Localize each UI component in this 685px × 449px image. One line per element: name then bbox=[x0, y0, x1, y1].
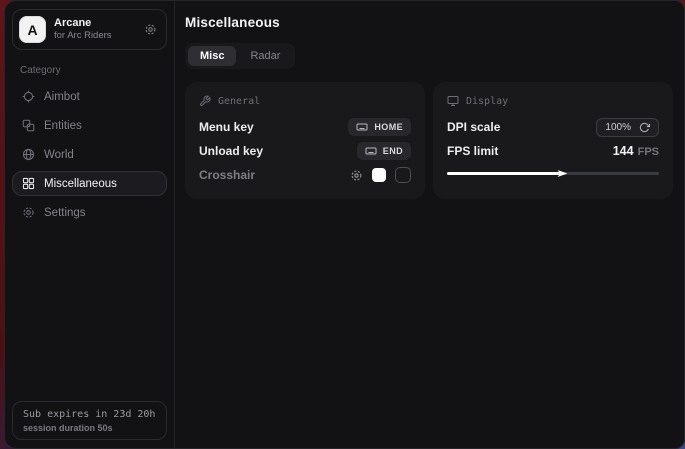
sidebar: A Arcane for Arc Riders Category bbox=[5, 1, 175, 448]
unload-key-binding[interactable]: END bbox=[357, 142, 411, 160]
fps-limit-slider[interactable] bbox=[447, 167, 659, 179]
settings-panels: General Menu key HOME Unload key bbox=[185, 82, 673, 199]
fps-slider-fill bbox=[447, 172, 561, 175]
fps-limit-label: FPS limit bbox=[447, 144, 498, 158]
crosshair-label: Crosshair bbox=[199, 168, 255, 182]
display-panel-title: Display bbox=[466, 96, 508, 107]
sidebar-item-entities[interactable]: Entities bbox=[12, 113, 167, 138]
sidebar-nav: Aimbot Entities bbox=[12, 84, 167, 225]
crosshair-checkbox[interactable] bbox=[395, 167, 411, 183]
dpi-scale-control[interactable]: 100% bbox=[596, 118, 659, 137]
unload-key-label: Unload key bbox=[199, 144, 263, 158]
main-content: Miscellaneous Misc Radar General Menu ke… bbox=[175, 1, 685, 448]
fps-number: 144 bbox=[613, 144, 634, 158]
sidebar-item-settings[interactable]: Settings bbox=[12, 200, 167, 225]
sidebar-item-label: Aimbot bbox=[44, 91, 80, 103]
brand-card: A Arcane for Arc Riders bbox=[12, 9, 167, 50]
sidebar-item-label: World bbox=[44, 149, 74, 161]
display-panel-header: Display bbox=[447, 95, 659, 107]
gear-icon[interactable] bbox=[144, 23, 157, 36]
gear-icon[interactable] bbox=[350, 169, 363, 182]
menu-key-row: Menu key HOME bbox=[199, 115, 411, 139]
tab-bar: Misc Radar bbox=[185, 43, 295, 69]
app-logo: A bbox=[19, 16, 46, 43]
display-panel: Display DPI scale 100% bbox=[433, 82, 673, 199]
sidebar-item-world[interactable]: World bbox=[12, 142, 167, 167]
unload-key-row: Unload key END bbox=[199, 139, 411, 163]
dpi-scale-value: 100% bbox=[605, 122, 631, 133]
monitor-icon bbox=[447, 95, 459, 107]
sidebar-item-aimbot[interactable]: Aimbot bbox=[12, 84, 167, 109]
keyboard-icon bbox=[365, 145, 377, 157]
category-label: Category bbox=[20, 65, 159, 76]
fps-limit-row: FPS limit 144 FPS bbox=[447, 139, 659, 163]
unload-key-value: END bbox=[383, 146, 403, 156]
sidebar-item-miscellaneous[interactable]: Miscellaneous bbox=[12, 171, 167, 196]
general-panel-title: General bbox=[218, 96, 260, 107]
globe-icon bbox=[22, 148, 35, 161]
menu-key-binding[interactable]: HOME bbox=[348, 118, 411, 136]
fps-unit: FPS bbox=[638, 146, 659, 158]
session-duration-text: session duration 50s bbox=[23, 423, 156, 433]
sidebar-item-label: Entities bbox=[44, 120, 82, 132]
general-panel: General Menu key HOME Unload key bbox=[185, 82, 425, 199]
subscription-info-card: Sub expires in 23d 20h session duration … bbox=[12, 401, 167, 440]
brand-text: Arcane for Arc Riders bbox=[54, 17, 112, 43]
general-panel-header: General bbox=[199, 95, 411, 107]
keyboard-icon bbox=[356, 121, 368, 133]
wrench-icon bbox=[199, 95, 211, 107]
fps-limit-value: 144 FPS bbox=[613, 144, 659, 158]
entities-boxes-icon bbox=[22, 119, 35, 132]
grid-icon bbox=[22, 177, 35, 190]
menu-key-label: Menu key bbox=[199, 120, 254, 134]
brand-title: Arcane bbox=[54, 17, 112, 31]
dpi-scale-label: DPI scale bbox=[447, 120, 500, 134]
crosshair-controls bbox=[350, 167, 411, 183]
sub-expiry-text: Sub expires in 23d 20h bbox=[23, 409, 156, 420]
refresh-icon bbox=[639, 122, 650, 133]
app-window: A Arcane for Arc Riders Category bbox=[4, 0, 685, 449]
crosshair-color-swatch[interactable] bbox=[372, 168, 386, 182]
sidebar-item-label: Miscellaneous bbox=[44, 178, 117, 190]
page-title: Miscellaneous bbox=[185, 15, 673, 30]
gear-icon bbox=[22, 206, 35, 219]
dpi-scale-row: DPI scale 100% bbox=[447, 115, 659, 139]
tab-radar[interactable]: Radar bbox=[238, 46, 292, 66]
menu-key-value: HOME bbox=[374, 122, 403, 132]
brand-subtitle: for Arc Riders bbox=[54, 30, 112, 42]
crosshair-row: Crosshair bbox=[199, 163, 411, 187]
sidebar-item-label: Settings bbox=[44, 207, 86, 219]
crosshair-icon bbox=[22, 90, 35, 103]
tab-misc[interactable]: Misc bbox=[188, 46, 236, 66]
